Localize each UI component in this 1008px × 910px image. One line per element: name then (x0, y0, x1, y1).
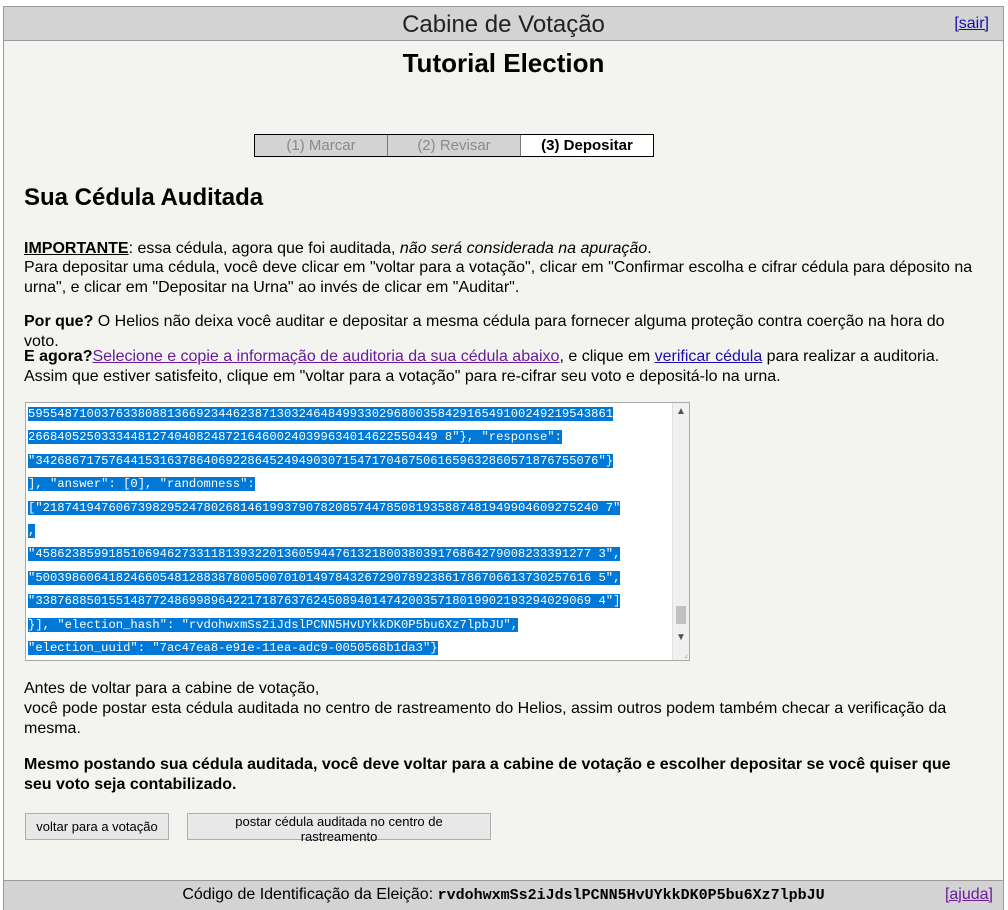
audit-trail-line: }], "election_hash": "rvdohwxmSs2iJdslPC… (28, 614, 670, 637)
selected-text: "338768850155148772486998964221718763762… (28, 594, 621, 609)
select-copy-link[interactable]: Selecione e copie a informação de audito… (92, 348, 559, 365)
booth-frame: Cabine de Votação [sair] Tutorial Electi… (3, 6, 1004, 910)
selected-text: ["21874194760673982952478026814619937907… (28, 500, 621, 515)
audit-trail-line: "458623859918510694627331181393220136059… (28, 543, 670, 566)
logout-link[interactable]: [sair] (954, 15, 989, 33)
back-to-voting-button[interactable]: voltar para a votação (25, 813, 169, 840)
important-end: . (647, 240, 652, 257)
post-audited-ballot-button[interactable]: postar cédula auditada no centro de rast… (187, 813, 491, 844)
step-cast: (3) Depositar (521, 135, 653, 156)
verify-ballot-link[interactable]: verificar cédula (655, 348, 763, 365)
booth-title: Cabine de Votação (402, 11, 605, 38)
why-text: O Helios não deixa você auditar e deposi… (24, 313, 945, 350)
now-end: para realizar a auditoria. (762, 348, 940, 365)
audit-trail-line: 5955487100376338088136692344623871303246… (28, 403, 670, 426)
audit-trail-line: "338768850155148772486998964221718763762… (28, 590, 670, 613)
now-second-line: Assim que estiver satisfeito, clique em … (24, 368, 781, 385)
audit-trail-content[interactable]: 5955487100376338088136692344623871303246… (28, 403, 670, 660)
audit-trail-line: "500398606418246605481288387800500701014… (28, 567, 670, 590)
audit-trail-line: "election_uuid": "7ac47ea8-e91e-11ea-adc… (28, 637, 670, 660)
now-middle: , e clique em (559, 348, 655, 365)
now-label: E agora? (24, 348, 93, 365)
what-now-paragraph: E agora?Selecione e copie a informação d… (24, 347, 979, 387)
selected-text: "500398606418246605481288387800500701014… (28, 570, 621, 585)
selected-text: ], "answer": [0], "randomness": (28, 477, 255, 492)
selected-text: , (28, 524, 36, 539)
election-fingerprint: Código de Identificação da Eleição: rvdo… (4, 886, 1003, 904)
important-emphasis: não será considerada na apuração (399, 240, 648, 257)
fingerprint-label: Código de Identificação da Eleição: (182, 886, 438, 903)
why-label: Por que? (24, 313, 94, 330)
scroll-thumb[interactable] (676, 606, 686, 624)
resize-grip-icon[interactable]: ⌟ (684, 650, 688, 659)
audit-trail-line: 2668405250333448127404082487216460024039… (28, 426, 670, 449)
selected-text: "458623859918510694627331181393220136059… (28, 547, 621, 562)
why-paragraph: Por que? O Helios não deixa você auditar… (24, 312, 979, 352)
before-line-1: Antes de voltar para a cabine de votação… (24, 680, 320, 697)
chevron-up-icon[interactable]: ▲ (673, 403, 689, 420)
election-title: Tutorial Election (402, 48, 605, 78)
fingerprint-value: rvdohwxmSs2iJdslPCNN5HvUYkkDK0P5bu6Xz7lp… (437, 887, 825, 904)
selected-text: }], "election_hash": "rvdohwxmSs2iJdslPC… (28, 617, 519, 632)
important-text: : essa cédula, agora que foi auditada, (128, 240, 400, 257)
audit-trail-line: "342686717576441531637864069228645249490… (28, 450, 670, 473)
before-returning-text: Antes de voltar para a cabine de votação… (24, 679, 979, 739)
footer-bar: Código de Identificação da Eleição: rvdo… (4, 880, 1003, 910)
selected-text: 2668405250333448127404082487216460024039… (28, 430, 562, 445)
audit-trail-textarea[interactable]: 5955487100376338088136692344623871303246… (25, 402, 690, 661)
important-notice: IMPORTANTE: essa cédula, agora que foi a… (24, 239, 979, 259)
chevron-down-icon[interactable]: ▼ (673, 629, 689, 646)
audit-trail-line: , (28, 520, 670, 543)
selected-text: 5955487100376338088136692344623871303246… (28, 407, 614, 421)
help-link[interactable]: [ajuda] (945, 886, 993, 904)
step-review: (2) Revisar (388, 135, 521, 156)
selected-text: "election_uuid": "7ac47ea8-e91e-11ea-adc… (28, 641, 438, 656)
textarea-scrollbar[interactable]: ▲ ▼ (672, 403, 689, 660)
audit-trail-line: ], "answer": [0], "randomness": (28, 473, 670, 496)
step-progress: (1) Marcar (2) Revisar (3) Depositar (254, 134, 654, 157)
selected-text: "342686717576441531637864069228645249490… (28, 453, 614, 468)
must-return-warning: Mesmo postando sua cédula auditada, você… (24, 756, 951, 793)
header-bar: Cabine de Votação [sair] (4, 7, 1003, 41)
section-heading: Sua Cédula Auditada (24, 184, 264, 211)
important-label: IMPORTANTE (24, 240, 129, 257)
step-mark: (1) Marcar (255, 135, 388, 156)
instructions-text: Para depositar uma cédula, você deve cli… (24, 259, 973, 296)
before-line-2: você pode postar esta cédula auditada no… (24, 700, 947, 737)
audit-trail-line: ["21874194760673982952478026814619937907… (28, 497, 670, 520)
